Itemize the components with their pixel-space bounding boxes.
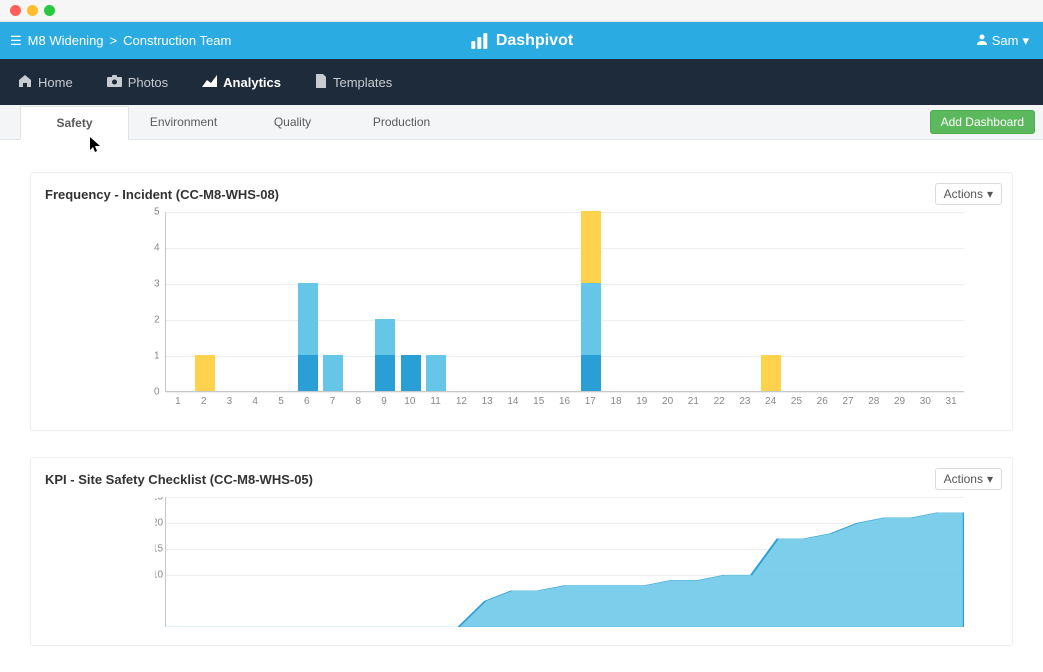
nav-templates-label: Templates xyxy=(333,75,392,90)
content: Frequency - Incident (CC-M8-WHS-08) Acti… xyxy=(0,140,1043,646)
nav-home-label: Home xyxy=(38,75,73,90)
nav-photos-label: Photos xyxy=(128,75,168,90)
actions-label: Actions xyxy=(944,187,983,201)
breadcrumb-team[interactable]: Construction Team xyxy=(123,33,231,48)
card-kpi-checklist: KPI - Site Safety Checklist (CC-M8-WHS-0… xyxy=(30,457,1013,646)
topbar: ☰ M8 Widening > Construction Team Dashpi… xyxy=(0,22,1043,59)
tabbar: Safety Environment Quality Production Ad… xyxy=(0,105,1043,140)
nav-analytics-label: Analytics xyxy=(223,75,281,90)
tab-production[interactable]: Production xyxy=(347,105,456,139)
tab-environment[interactable]: Environment xyxy=(129,105,238,139)
card-title: Frequency - Incident (CC-M8-WHS-08) xyxy=(45,187,974,202)
breadcrumb-project[interactable]: M8 Widening xyxy=(28,33,104,48)
nav-templates[interactable]: Templates xyxy=(315,74,392,91)
tab-environment-label: Environment xyxy=(150,115,217,129)
chevron-down-icon: ▾ xyxy=(987,472,993,486)
analytics-icon xyxy=(202,75,217,90)
menu-icon[interactable]: ☰ xyxy=(10,33,22,49)
chevron-down-icon: ▾ xyxy=(987,187,993,201)
actions-button[interactable]: Actions ▾ xyxy=(935,183,1002,205)
chevron-down-icon: ▾ xyxy=(1022,33,1029,49)
window-chrome xyxy=(0,0,1043,22)
nav-photos[interactable]: Photos xyxy=(107,75,168,90)
close-window-icon[interactable] xyxy=(10,5,21,16)
add-dashboard-button[interactable]: Add Dashboard xyxy=(930,110,1035,134)
brand-name: Dashpivot xyxy=(496,32,573,50)
tab-safety-label: Safety xyxy=(56,116,92,130)
navbar: Home Photos Analytics Templates xyxy=(0,59,1043,105)
user-name: Sam xyxy=(992,33,1019,48)
card-frequency-incident: Frequency - Incident (CC-M8-WHS-08) Acti… xyxy=(30,172,1013,431)
user-menu[interactable]: Sam ▾ xyxy=(976,33,1043,49)
actions-label: Actions xyxy=(944,472,983,486)
brand-logo-icon xyxy=(470,33,490,49)
home-icon xyxy=(18,74,32,91)
templates-icon xyxy=(315,74,327,91)
nav-home[interactable]: Home xyxy=(18,74,73,91)
breadcrumb[interactable]: ☰ M8 Widening > Construction Team xyxy=(0,33,231,49)
tab-quality[interactable]: Quality xyxy=(238,105,347,139)
brand: Dashpivot xyxy=(470,32,573,50)
tab-quality-label: Quality xyxy=(274,115,311,129)
camera-icon xyxy=(107,75,122,90)
breadcrumb-sep: > xyxy=(110,33,118,48)
actions-button[interactable]: Actions ▾ xyxy=(935,468,1002,490)
nav-analytics[interactable]: Analytics xyxy=(202,75,281,90)
tab-production-label: Production xyxy=(373,115,430,129)
chart-frequency-incident: 012345 123456789101112131415161718192021… xyxy=(155,212,964,412)
maximize-window-icon[interactable] xyxy=(44,5,55,16)
minimize-window-icon[interactable] xyxy=(27,5,38,16)
tab-safety[interactable]: Safety xyxy=(20,106,129,140)
user-icon xyxy=(976,33,988,48)
add-dashboard-label: Add Dashboard xyxy=(941,115,1024,129)
card-title: KPI - Site Safety Checklist (CC-M8-WHS-0… xyxy=(45,472,974,487)
